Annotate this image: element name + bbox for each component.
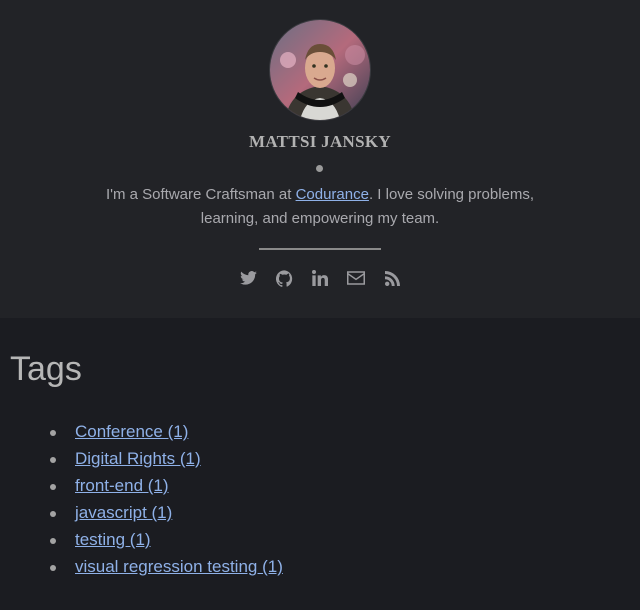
tag-link-javascript[interactable]: javascript (1) bbox=[75, 503, 172, 522]
divider bbox=[259, 248, 381, 250]
github-icon[interactable] bbox=[275, 268, 293, 288]
page-title: Tags bbox=[10, 350, 82, 388]
codurance-link[interactable]: Codurance bbox=[296, 186, 369, 203]
avatar-photo bbox=[270, 20, 370, 120]
tag-link-testing[interactable]: testing (1) bbox=[75, 530, 151, 549]
bio-prefix: I'm a Software Craftsman at bbox=[105, 186, 296, 203]
twitter-icon[interactable] bbox=[239, 268, 257, 288]
list-item: Digital Rights (1) bbox=[0, 447, 283, 474]
list-item: Conference (1) bbox=[0, 420, 283, 447]
profile-name: MATTSI JANSKY bbox=[249, 132, 391, 151]
tag-link-conference[interactable]: Conference (1) bbox=[75, 422, 188, 441]
profile-header: MATTSI JANSKY I'm a Software Craftsman a… bbox=[0, 0, 640, 318]
tag-link-front-end[interactable]: front-end (1) bbox=[75, 476, 169, 495]
tag-list: Conference (1) Digital Rights (1) front-… bbox=[0, 420, 283, 582]
list-item: front-end (1) bbox=[0, 474, 283, 501]
profile-bio: I'm a Software Craftsman at Codurance. I… bbox=[90, 183, 550, 231]
avatar[interactable] bbox=[270, 20, 370, 120]
list-item: visual regression testing (1) bbox=[0, 555, 283, 582]
linkedin-icon[interactable] bbox=[311, 268, 329, 288]
separator-dot bbox=[316, 165, 323, 172]
tag-link-visual-regression-testing[interactable]: visual regression testing (1) bbox=[75, 557, 283, 576]
rss-icon[interactable] bbox=[383, 268, 401, 288]
main-content: Tags Conference (1) Digital Rights (1) f… bbox=[0, 318, 640, 576]
tag-link-digital-rights[interactable]: Digital Rights (1) bbox=[75, 449, 201, 468]
list-item: testing (1) bbox=[0, 528, 283, 555]
email-icon[interactable] bbox=[347, 268, 365, 288]
list-item: javascript (1) bbox=[0, 501, 283, 528]
social-links bbox=[0, 268, 640, 288]
